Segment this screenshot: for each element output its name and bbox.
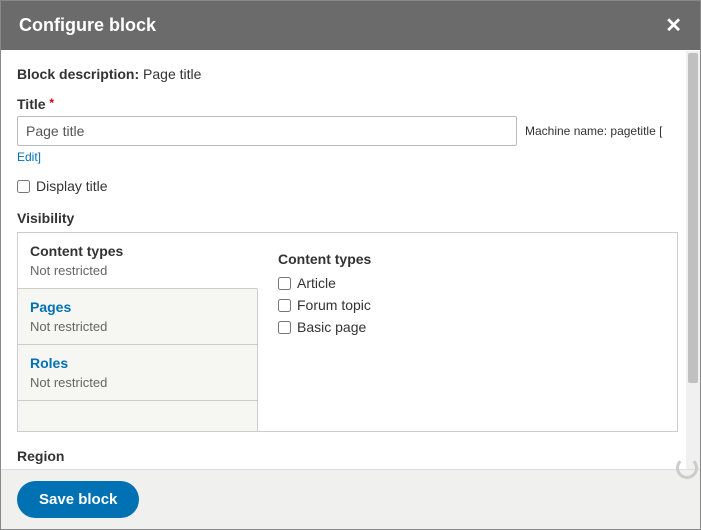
modal-title: Configure block xyxy=(19,15,156,36)
content-type-row: Article xyxy=(278,275,657,291)
display-title-checkbox[interactable] xyxy=(17,180,30,193)
content-type-basic-label: Basic page xyxy=(297,319,366,335)
modal-header: Configure block ✕ xyxy=(1,1,700,50)
close-icon[interactable]: ✕ xyxy=(665,16,682,36)
edit-machine-name-link[interactable]: Edit] xyxy=(17,150,41,164)
content-type-basic-checkbox[interactable] xyxy=(278,321,291,334)
required-marker: * xyxy=(49,96,54,110)
loading-spinner-icon xyxy=(676,457,698,479)
content-type-forum-checkbox[interactable] xyxy=(278,299,291,312)
tab-pages[interactable]: Pages Not restricted xyxy=(18,289,257,345)
content-type-row: Basic page xyxy=(278,319,657,335)
content-type-row: Forum topic xyxy=(278,297,657,313)
content-types-heading: Content types xyxy=(278,251,657,267)
block-description-label: Block description xyxy=(17,66,134,82)
visibility-panel: Content types Not restricted Pages Not r… xyxy=(17,232,678,432)
display-title-label: Display title xyxy=(36,178,108,194)
title-row: Machine name: pagetitle [ xyxy=(17,116,678,146)
content-type-article-label: Article xyxy=(297,275,336,291)
content-type-article-checkbox[interactable] xyxy=(278,277,291,290)
content-type-forum-label: Forum topic xyxy=(297,297,371,313)
tab-content-pane: Content types Article Forum topic Basic … xyxy=(258,233,677,431)
block-description: Block description: Page title xyxy=(17,66,678,82)
machine-name: Machine name: pagetitle [ xyxy=(525,124,662,138)
title-input[interactable] xyxy=(17,116,517,146)
display-title-row: Display title xyxy=(17,178,678,194)
save-button[interactable]: Save block xyxy=(17,481,139,518)
title-label: Title * xyxy=(17,96,678,112)
visibility-tabs: Content types Not restricted Pages Not r… xyxy=(18,233,258,431)
block-description-value: Page title xyxy=(143,66,201,82)
modal-footer: Save block xyxy=(1,469,700,529)
region-label: Region xyxy=(17,448,678,464)
tab-roles[interactable]: Roles Not restricted xyxy=(18,345,257,401)
modal-content: Block description: Page title Title * Ma… xyxy=(1,50,700,465)
tab-content-types[interactable]: Content types Not restricted xyxy=(18,233,258,289)
visibility-label: Visibility xyxy=(17,210,678,226)
